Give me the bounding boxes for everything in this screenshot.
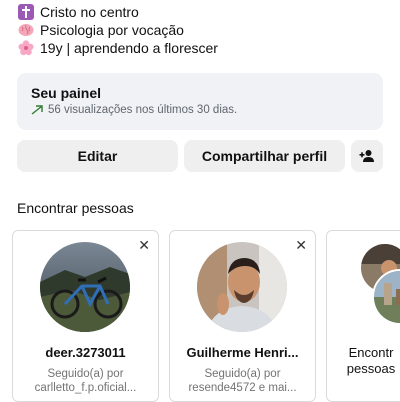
suggested-user-followed-by: Seguido(a) por carlletto_f.p.oficial... [17, 367, 154, 395]
bio-text: Cristo no centro [40, 4, 139, 20]
avatar[interactable] [40, 242, 130, 332]
suggested-user-name[interactable]: deer.3273011 [13, 345, 158, 360]
profile-bio: Cristo no centro Psicologia por vocação … [17, 3, 218, 57]
dashboard-title: Seu painel [31, 85, 102, 101]
dashboard-stats: 56 visualizações nos últimos 30 dias. [31, 104, 369, 116]
share-profile-button[interactable]: Compartilhar perfil [184, 140, 345, 172]
trending-up-icon [31, 105, 43, 115]
professional-dashboard[interactable]: Seu painel 56 visualizações nos últimos … [17, 73, 383, 130]
suggested-user-card[interactable]: ✕ deer.3273011 Seguido(a) por carlletto_… [12, 230, 159, 402]
dashboard-views-text: 56 visualizações nos últimos 30 dias. [48, 104, 238, 116]
find-people-title-line2: pessoas [346, 361, 396, 376]
suggested-user-card[interactable]: ✕ Guilherme Henri... Seguido(a) por rese… [169, 230, 316, 402]
add-person-icon [359, 150, 374, 162]
suggested-user-name[interactable]: Guilherme Henri... [170, 345, 315, 360]
followed-by-users: resende4572 e mai... [188, 382, 297, 394]
discover-people-button[interactable] [351, 140, 383, 172]
close-icon[interactable]: ✕ [295, 237, 307, 254]
edit-profile-button[interactable]: Editar [17, 140, 178, 172]
bio-line: 19y | aprendendo a florescer [17, 39, 218, 57]
followed-by-users: carlletto_f.p.oficial... [34, 382, 137, 394]
followed-by-label: Seguido(a) por [47, 368, 124, 380]
find-people-card[interactable]: Encontr pessoas [326, 230, 400, 402]
avatar[interactable] [197, 242, 287, 332]
brain-icon [17, 23, 34, 38]
bio-text: 19y | aprendendo a florescer [40, 40, 218, 56]
followed-by-label: Seguido(a) por [204, 368, 281, 380]
suggested-user-followed-by: Seguido(a) por resende4572 e mai... [174, 367, 311, 395]
latin-cross-icon [17, 4, 34, 20]
find-people-title: Encontr [348, 345, 394, 360]
cherry-blossom-icon [17, 40, 34, 56]
bio-text: Psicologia por vocação [40, 22, 184, 38]
bio-line: Cristo no centro [17, 3, 218, 21]
discover-people-title: Encontrar pessoas [17, 200, 134, 216]
bio-line: Psicologia por vocação [17, 21, 218, 39]
close-icon[interactable]: ✕ [138, 237, 150, 254]
